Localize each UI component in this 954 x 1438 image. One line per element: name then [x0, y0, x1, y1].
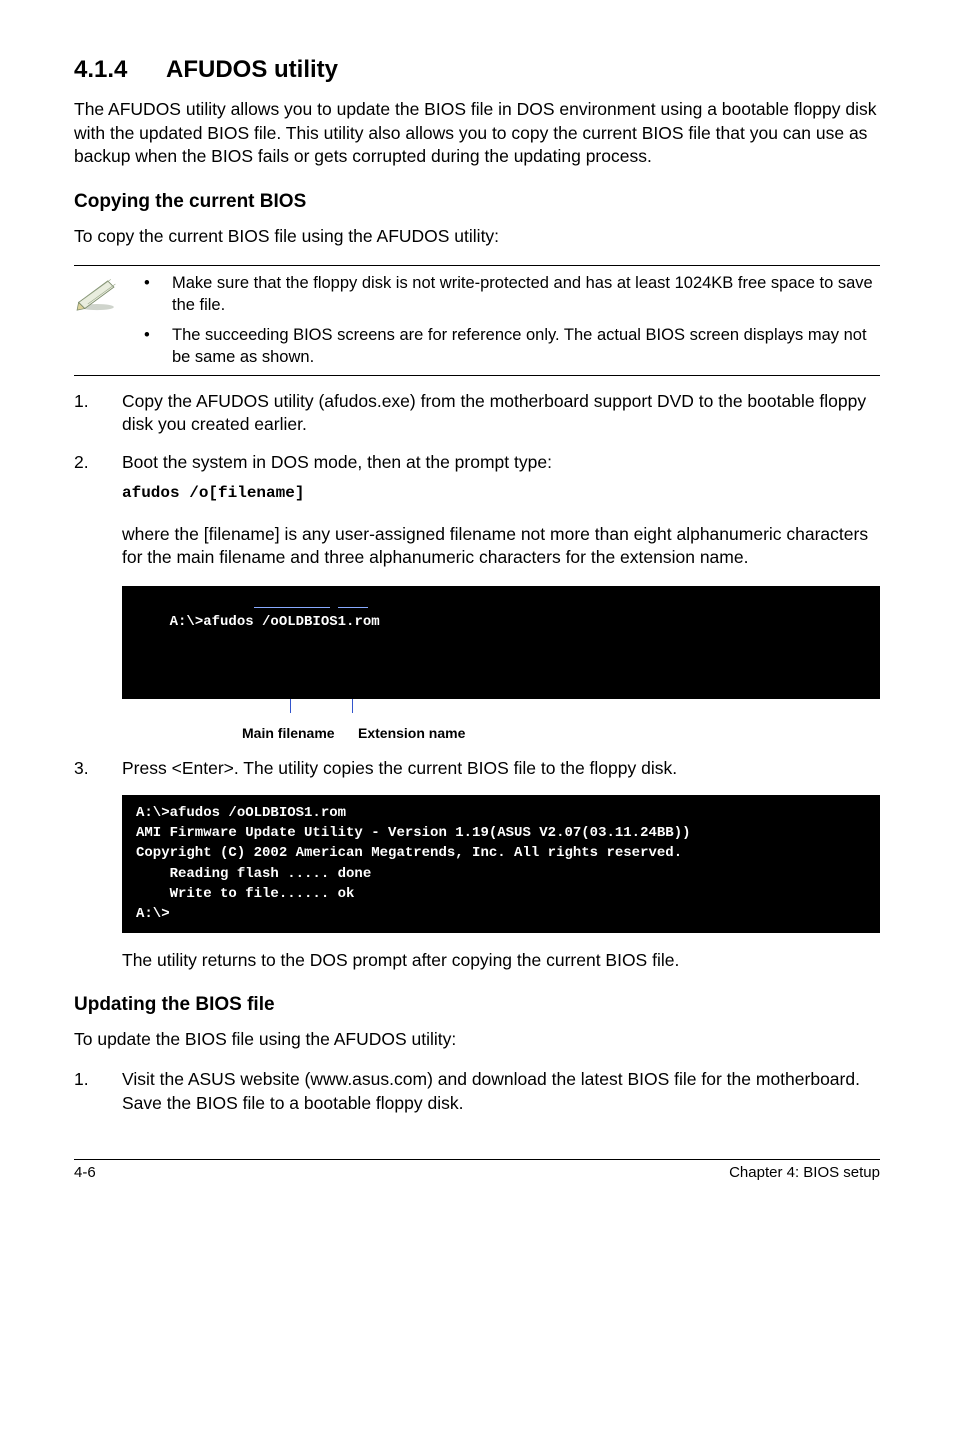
copy-heading: Copying the current BIOS [74, 191, 880, 213]
update-leadin: To update the BIOS file using the AFUDOS… [74, 1028, 880, 1052]
bullet-icon: • [144, 324, 172, 369]
footer-page-number: 4-6 [74, 1164, 96, 1181]
annot-ext-label: Extension name [358, 725, 465, 741]
underline-main [254, 606, 330, 608]
step-item: 1. Copy the AFUDOS utility (afudos.exe) … [74, 390, 880, 437]
note-block: • Make sure that the floppy disk is not … [74, 265, 880, 376]
underline-ext [338, 606, 368, 608]
after-copy-text: The utility returns to the DOS prompt af… [122, 949, 880, 973]
page-footer: 4-6 Chapter 4: BIOS setup [74, 1159, 880, 1181]
step-item: 3. Press <Enter>. The utility copies the… [74, 757, 880, 781]
step-text: Boot the system in DOS mode, then at the… [122, 452, 552, 472]
step-number: 1. [74, 390, 89, 414]
note-item: • Make sure that the floppy disk is not … [144, 272, 880, 317]
section-title-text: AFUDOS utility [166, 56, 338, 83]
terminal-line: A:\>afudos /oOLDBIOS1.rom [170, 614, 380, 630]
terminal-output: A:\>afudos /oOLDBIOS1.rom [122, 586, 880, 699]
copy-leadin: To copy the current BIOS file using the … [74, 225, 880, 249]
annotation-callout: Main filename Extension name [122, 705, 880, 747]
update-heading: Updating the BIOS file [74, 994, 880, 1016]
step-item: 1. Visit the ASUS website (www.asus.com)… [74, 1068, 880, 1115]
command-code: afudos /o[filename] [122, 484, 304, 502]
section-heading: 4.1.4AFUDOS utility [74, 56, 880, 84]
intro-paragraph: The AFUDOS utility allows you to update … [74, 98, 880, 169]
note-text: Make sure that the floppy disk is not wr… [172, 272, 880, 317]
footer-chapter: Chapter 4: BIOS setup [729, 1164, 880, 1181]
step-number: 3. [74, 757, 89, 781]
step-text: Copy the AFUDOS utility (afudos.exe) fro… [122, 391, 866, 435]
step-text: Visit the ASUS website (www.asus.com) an… [122, 1069, 860, 1113]
step-text: Press <Enter>. The utility copies the cu… [122, 758, 677, 778]
annot-main-label: Main filename [242, 725, 335, 741]
step-number: 1. [74, 1068, 89, 1092]
terminal-output: A:\>afudos /oOLDBIOS1.rom AMI Firmware U… [122, 795, 880, 933]
note-text: The succeeding BIOS screens are for refe… [172, 324, 880, 369]
bullet-icon: • [144, 272, 172, 317]
step-number: 2. [74, 451, 89, 475]
note-item: • The succeeding BIOS screens are for re… [144, 324, 880, 369]
step2-explain: where the [filename] is any user-assigne… [122, 523, 880, 570]
pencil-note-icon [74, 272, 144, 317]
step-item: 2. Boot the system in DOS mode, then at … [74, 451, 880, 505]
section-number: 4.1.4 [74, 56, 166, 84]
